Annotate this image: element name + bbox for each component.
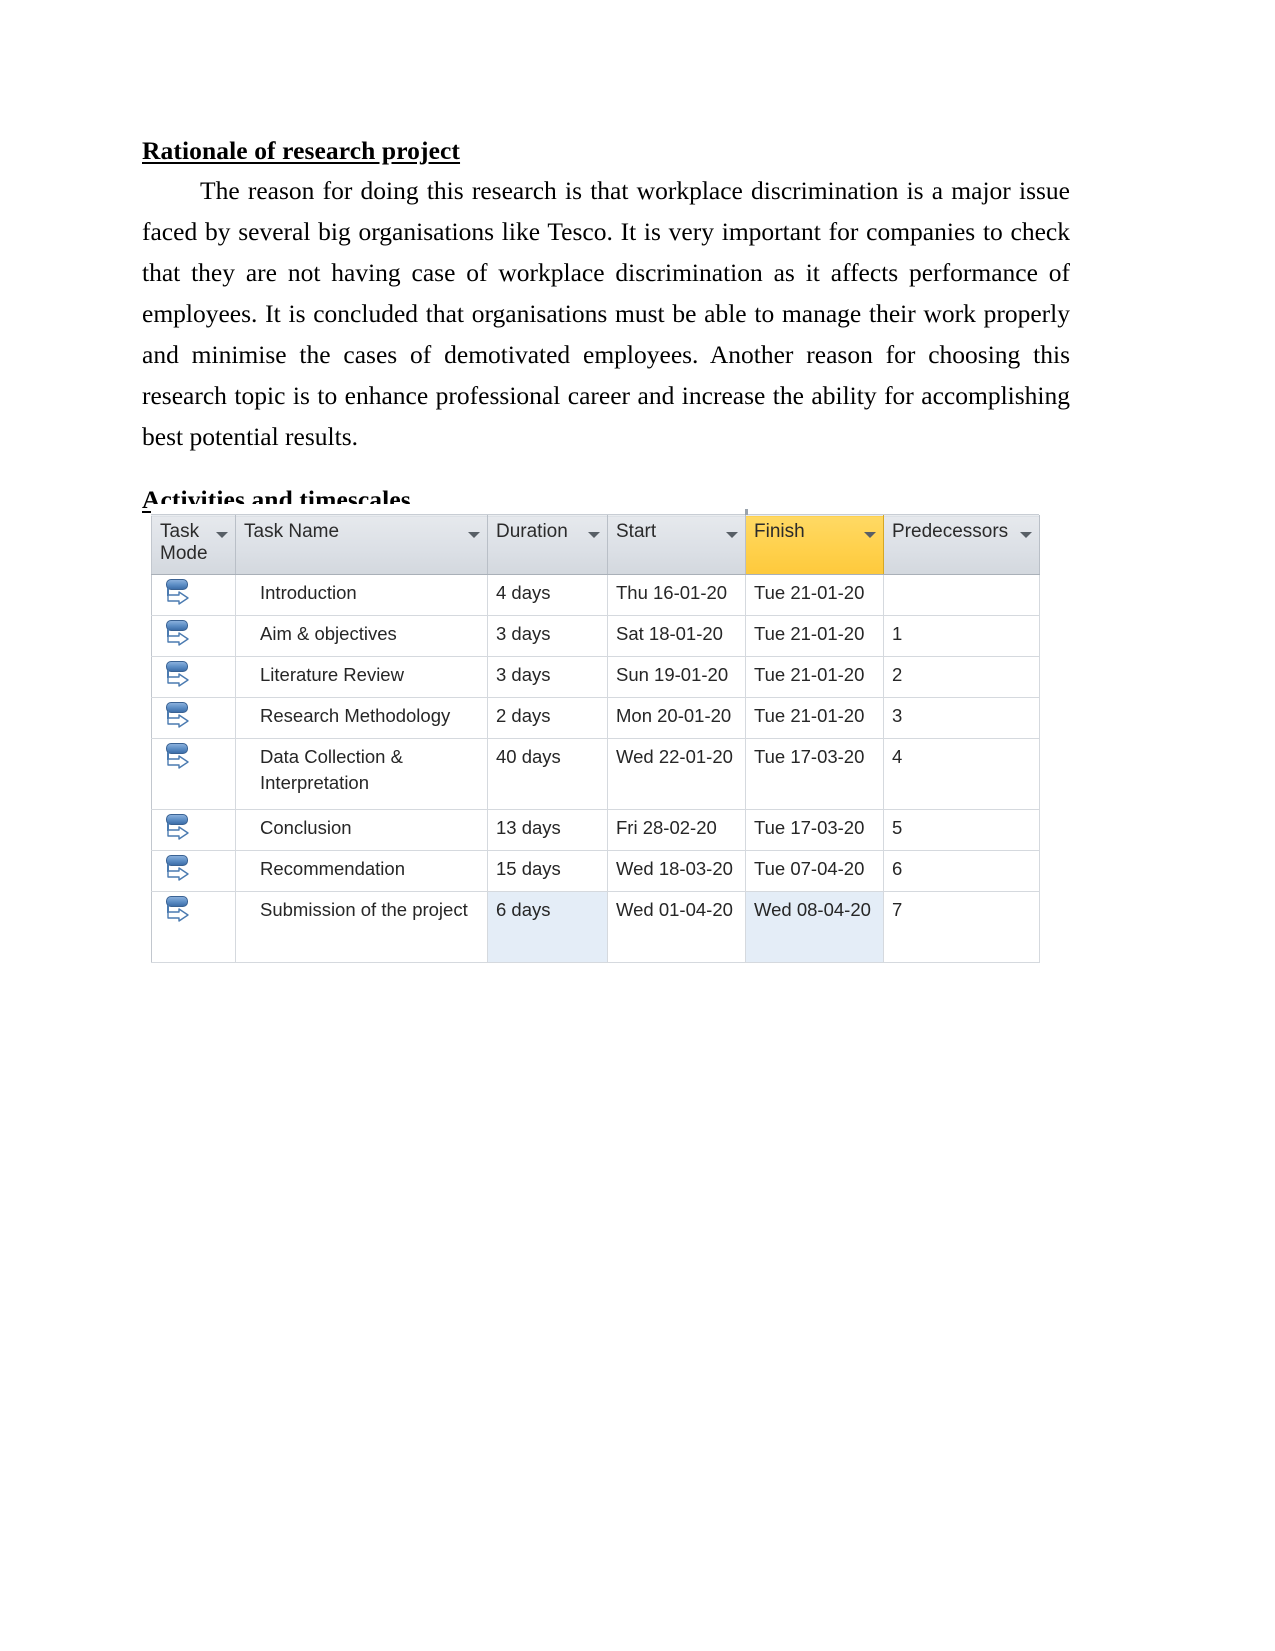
column-header-label: Predecessors (892, 521, 1009, 542)
task-grid: Task Mode Task Name Duration Start Finis… (151, 515, 1040, 963)
manually-scheduled-task-icon (164, 619, 194, 647)
cell-start[interactable]: Wed 22-01-20 (607, 738, 746, 810)
chevron-down-icon[interactable] (468, 532, 480, 538)
cell-start[interactable]: Sat 18-01-20 (607, 615, 746, 657)
cell-finish[interactable]: Tue 21-01-20 (745, 615, 884, 657)
cell-task-mode[interactable] (151, 615, 236, 657)
column-header-label: Duration (496, 521, 568, 542)
manually-scheduled-task-icon (164, 813, 194, 841)
cell-finish[interactable]: Tue 17-03-20 (745, 738, 884, 810)
manually-scheduled-task-icon (164, 660, 194, 688)
cell-predecessors[interactable] (883, 574, 1040, 616)
cell-duration[interactable]: 13 days (487, 809, 608, 851)
cell-duration[interactable]: 4 days (487, 574, 608, 616)
cell-task-name[interactable]: Submission of the project (235, 891, 488, 963)
cell-predecessors[interactable]: 3 (883, 697, 1040, 739)
cell-task-name[interactable]: Literature Review (235, 656, 488, 698)
manually-scheduled-task-icon (164, 742, 194, 770)
cell-duration[interactable]: 2 days (487, 697, 608, 739)
column-header-label: Finish (754, 521, 805, 542)
page-title: Rationale of research project (142, 136, 461, 165)
manually-scheduled-task-icon (164, 578, 194, 606)
cell-task-name[interactable]: Aim & objectives (235, 615, 488, 657)
chevron-down-icon[interactable] (1020, 532, 1032, 538)
table-row[interactable]: Research Methodology 2 days Mon 20-01-20… (151, 697, 1040, 739)
cell-task-name[interactable]: Introduction (235, 574, 488, 616)
cell-predecessors[interactable]: 1 (883, 615, 1040, 657)
cell-task-name[interactable]: Recommendation (235, 850, 488, 892)
cell-finish[interactable]: Tue 21-01-20 (745, 697, 884, 739)
table-row[interactable]: Aim & objectives 3 days Sat 18-01-20 Tue… (151, 615, 1040, 657)
cell-task-name[interactable]: Research Methodology (235, 697, 488, 739)
column-header-label: Start (616, 521, 657, 542)
manually-scheduled-task-icon (164, 895, 194, 923)
table-splitter-bar[interactable] (151, 504, 1039, 515)
chevron-down-icon[interactable] (726, 532, 738, 538)
cell-predecessors[interactable]: 5 (883, 809, 1040, 851)
project-schedule-table: Task Mode Task Name Duration Start Finis… (151, 504, 1040, 963)
column-header-start[interactable]: Start (607, 515, 746, 575)
cell-start[interactable]: Mon 20-01-20 (607, 697, 746, 739)
cell-duration[interactable]: 6 days (487, 891, 608, 963)
table-row[interactable]: Data Collection & Interpretation 40 days… (151, 738, 1040, 810)
table-row[interactable]: Introduction 4 days Thu 16-01-20 Tue 21-… (151, 574, 1040, 616)
cell-task-name[interactable]: Conclusion (235, 809, 488, 851)
table-row[interactable]: Literature Review 3 days Sun 19-01-20 Tu… (151, 656, 1040, 698)
cell-finish[interactable]: Tue 07-04-20 (745, 850, 884, 892)
cell-duration[interactable]: 15 days (487, 850, 608, 892)
column-header-label: Task Name (244, 521, 340, 542)
table-row[interactable]: Conclusion 13 days Fri 28-02-20 Tue 17-0… (151, 809, 1040, 851)
cell-duration[interactable]: 3 days (487, 656, 608, 698)
cell-task-mode[interactable] (151, 574, 236, 616)
cell-finish[interactable]: Tue 17-03-20 (745, 809, 884, 851)
cell-duration[interactable]: 40 days (487, 738, 608, 810)
cell-finish[interactable]: Tue 21-01-20 (745, 574, 884, 616)
document-body: Rationale of research project The reason… (142, 138, 1070, 518)
column-header-predecessors[interactable]: Predecessors (883, 515, 1040, 575)
cell-start[interactable]: Sun 19-01-20 (607, 656, 746, 698)
column-header-label: Task Mode (160, 521, 208, 564)
column-header-finish[interactable]: Finish (745, 515, 884, 575)
cell-task-mode[interactable] (151, 850, 236, 892)
cell-predecessors[interactable]: 4 (883, 738, 1040, 810)
chevron-down-icon[interactable] (588, 532, 600, 538)
task-grid-body: Introduction 4 days Thu 16-01-20 Tue 21-… (151, 574, 1040, 963)
cell-finish[interactable]: Tue 21-01-20 (745, 656, 884, 698)
document-page: Rationale of research project The reason… (0, 0, 1275, 1651)
cell-task-mode[interactable] (151, 656, 236, 698)
cell-duration[interactable]: 3 days (487, 615, 608, 657)
column-header-task-mode[interactable]: Task Mode (151, 515, 236, 575)
cell-task-name[interactable]: Data Collection & Interpretation (235, 738, 488, 810)
cell-task-mode[interactable] (151, 891, 236, 963)
cell-predecessors[interactable]: 7 (883, 891, 1040, 963)
cell-predecessors[interactable]: 2 (883, 656, 1040, 698)
cell-start[interactable]: Thu 16-01-20 (607, 574, 746, 616)
cell-start[interactable]: Fri 28-02-20 (607, 809, 746, 851)
table-header-row: Task Mode Task Name Duration Start Finis… (151, 515, 1040, 575)
chevron-down-icon[interactable] (216, 532, 228, 538)
cell-finish[interactable]: Wed 08-04-20 (745, 891, 884, 963)
cell-start[interactable]: Wed 18-03-20 (607, 850, 746, 892)
cell-task-mode[interactable] (151, 697, 236, 739)
cell-task-mode[interactable] (151, 738, 236, 810)
table-row[interactable]: Submission of the project 6 days Wed 01-… (151, 891, 1040, 963)
cell-predecessors[interactable]: 6 (883, 850, 1040, 892)
table-row[interactable]: Recommendation 15 days Wed 18-03-20 Tue … (151, 850, 1040, 892)
rationale-paragraph: The reason for doing this research is th… (142, 175, 1070, 451)
manually-scheduled-task-icon (164, 854, 194, 882)
cell-start[interactable]: Wed 01-04-20 (607, 891, 746, 963)
column-header-duration[interactable]: Duration (487, 515, 608, 575)
manually-scheduled-task-icon (164, 701, 194, 729)
column-header-task-name[interactable]: Task Name (235, 515, 488, 575)
chevron-down-icon[interactable] (864, 532, 876, 538)
cell-task-mode[interactable] (151, 809, 236, 851)
